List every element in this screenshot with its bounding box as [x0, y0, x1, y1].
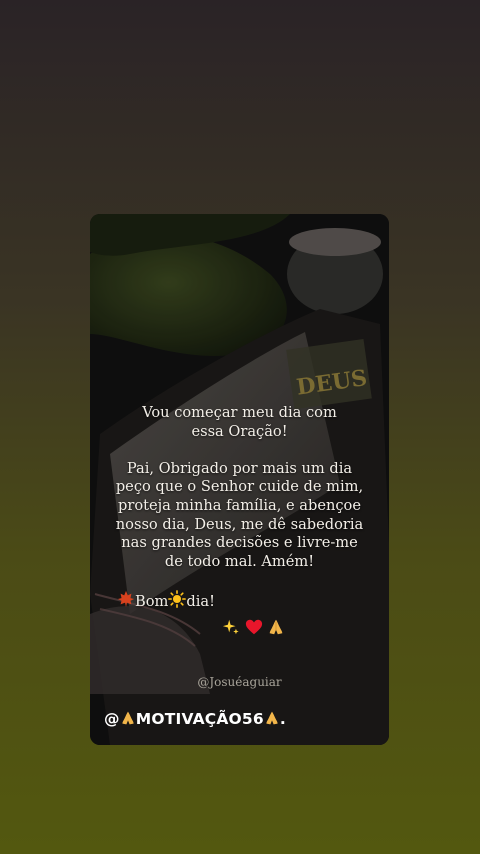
handle-prefix: @	[104, 710, 120, 728]
handle-name: MOTIVAÇÃO56	[135, 710, 264, 728]
channel-handle[interactable]: @ MOTIVAÇÃO56 .	[104, 710, 286, 728]
message-line: proteja minha família, e abençoe	[118, 496, 361, 514]
message-line: nosso dia, Deus, me dê sabedoria	[115, 515, 364, 533]
message-line: Pai, Obrigado por mais um dia	[126, 459, 353, 477]
greeting: Bom dia!	[117, 590, 215, 610]
story-card[interactable]: DEUS Vou começar meu dia com essa Oração…	[90, 214, 389, 745]
praying-hands-icon	[266, 711, 278, 725]
message-line: essa Oração!	[191, 422, 288, 440]
message-line: de todo mal. Amém!	[164, 552, 315, 570]
greeting-word: Bom	[135, 593, 169, 610]
message-line: Vou começar meu dia com	[142, 404, 337, 421]
prayer-message: Vou começar meu dia com essa Oração! Pai…	[90, 404, 389, 571]
author-credit: @Josuéaguiar	[197, 675, 282, 689]
greeting-word: dia!	[186, 593, 215, 610]
message-line: peço que o Senhor cuide de mim,	[115, 478, 364, 496]
praying-hands-icon	[269, 619, 283, 635]
sun-icon	[168, 590, 187, 608]
sparkles-icon	[222, 619, 239, 635]
red-heart-icon	[245, 619, 262, 635]
handle-suffix: .	[279, 710, 286, 728]
message-line: nas grandes decisões e livre-me	[121, 534, 358, 552]
emoji-line	[90, 618, 389, 638]
maple-leaf-icon	[117, 590, 135, 608]
praying-hands-icon	[122, 711, 134, 725]
